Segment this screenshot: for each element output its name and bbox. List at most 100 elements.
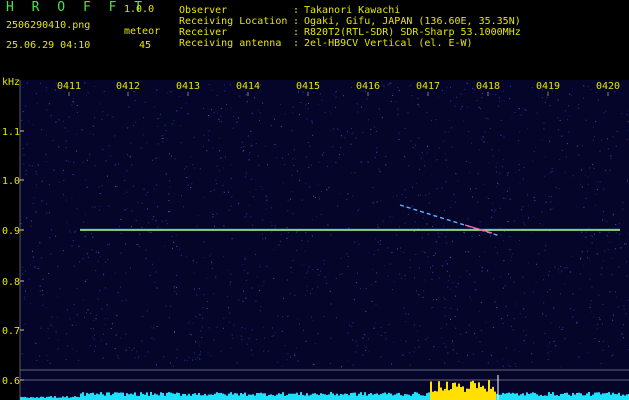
- power-bar: [182, 393, 184, 400]
- noise-dot: [245, 172, 247, 174]
- noise-dot: [593, 136, 595, 138]
- noise-dot: [544, 156, 546, 158]
- noise-dot: [441, 233, 442, 235]
- noise-dot: [66, 309, 68, 311]
- noise-dot: [73, 162, 75, 164]
- power-bar: [204, 393, 206, 400]
- noise-dot: [598, 317, 600, 318]
- noise-dot: [375, 281, 377, 283]
- power-bar: [594, 392, 596, 400]
- noise-dot: [335, 277, 337, 279]
- noise-dot: [495, 171, 497, 173]
- noise-dot: [427, 337, 429, 339]
- noise-dot: [291, 271, 293, 273]
- noise-dot: [572, 175, 574, 177]
- noise-dot: [539, 223, 541, 224]
- power-bar: [92, 392, 94, 400]
- noise-dot: [101, 118, 103, 120]
- noise-dot: [485, 117, 487, 119]
- noise-dot: [602, 303, 604, 305]
- noise-dot: [456, 352, 458, 354]
- noise-dot: [335, 106, 336, 108]
- noise-dot: [92, 236, 94, 238]
- noise-dot: [224, 90, 226, 92]
- power-bar: [372, 394, 374, 400]
- noise-dot: [76, 314, 78, 316]
- noise-dot: [45, 307, 47, 308]
- noise-dot: [150, 231, 152, 233]
- power-bar: [286, 395, 288, 400]
- power-bar: [486, 391, 488, 400]
- noise-dot: [71, 100, 73, 102]
- power-bar: [80, 393, 82, 400]
- noise-dot: [241, 327, 243, 329]
- power-bar: [602, 393, 604, 400]
- noise-dot: [607, 249, 609, 251]
- noise-dot: [252, 354, 253, 356]
- power-bar: [332, 393, 334, 400]
- noise-dot: [469, 162, 471, 164]
- power-bar: [410, 395, 412, 400]
- noise-dot: [170, 305, 172, 307]
- noise-dot: [229, 284, 231, 286]
- noise-dot: [259, 84, 261, 86]
- noise-dot: [389, 216, 391, 218]
- noise-dot: [491, 216, 493, 218]
- noise-dot: [451, 146, 453, 148]
- power-bar: [100, 392, 102, 400]
- noise-dot: [385, 164, 387, 166]
- noise-dot: [106, 304, 108, 306]
- noise-dot: [126, 191, 128, 193]
- noise-dot: [592, 163, 594, 165]
- noise-dot: [568, 105, 569, 107]
- noise-dot: [305, 340, 307, 342]
- power-bar: [412, 393, 414, 400]
- noise-dot: [538, 95, 540, 97]
- noise-dot: [100, 256, 101, 258]
- noise-dot: [114, 272, 116, 274]
- noise-dot: [544, 175, 545, 177]
- noise-dot: [48, 184, 50, 186]
- noise-dot: [213, 339, 215, 341]
- noise-dot: [41, 257, 43, 259]
- noise-dot: [496, 360, 498, 362]
- power-bar: [324, 394, 326, 400]
- noise-dot: [409, 364, 411, 366]
- power-bar: [420, 395, 422, 400]
- noise-dot: [174, 332, 176, 333]
- noise-dot: [517, 107, 519, 109]
- noise-dot: [65, 147, 67, 149]
- noise-dot: [623, 324, 624, 326]
- power-bar: [244, 392, 246, 400]
- noise-dot: [518, 140, 520, 142]
- noise-dot: [561, 328, 563, 330]
- file-name: 2506290410.png: [6, 20, 91, 31]
- noise-dot: [615, 296, 617, 298]
- noise-dot: [426, 112, 428, 114]
- noise-dot: [384, 332, 386, 334]
- noise-dot: [578, 103, 580, 105]
- power-bar: [236, 393, 238, 400]
- noise-dot: [98, 252, 100, 254]
- noise-dot: [216, 183, 218, 185]
- noise-dot: [141, 202, 143, 204]
- noise-dot: [184, 359, 185, 361]
- noise-dot: [121, 300, 123, 302]
- noise-dot: [415, 183, 417, 184]
- noise-dot: [299, 323, 300, 325]
- power-bar: [556, 395, 558, 400]
- noise-dot: [464, 232, 465, 234]
- noise-dot: [230, 281, 232, 283]
- noise-dot: [579, 343, 581, 345]
- power-bar: [384, 392, 386, 400]
- noise-dot: [94, 206, 96, 208]
- noise-dot: [310, 293, 311, 295]
- power-bar: [356, 395, 358, 400]
- power-bar: [538, 395, 540, 400]
- noise-dot: [56, 316, 58, 318]
- noise-dot: [162, 141, 164, 143]
- noise-dot: [370, 128, 372, 130]
- noise-dot: [518, 163, 520, 165]
- noise-dot: [454, 316, 456, 318]
- noise-dot: [248, 159, 250, 161]
